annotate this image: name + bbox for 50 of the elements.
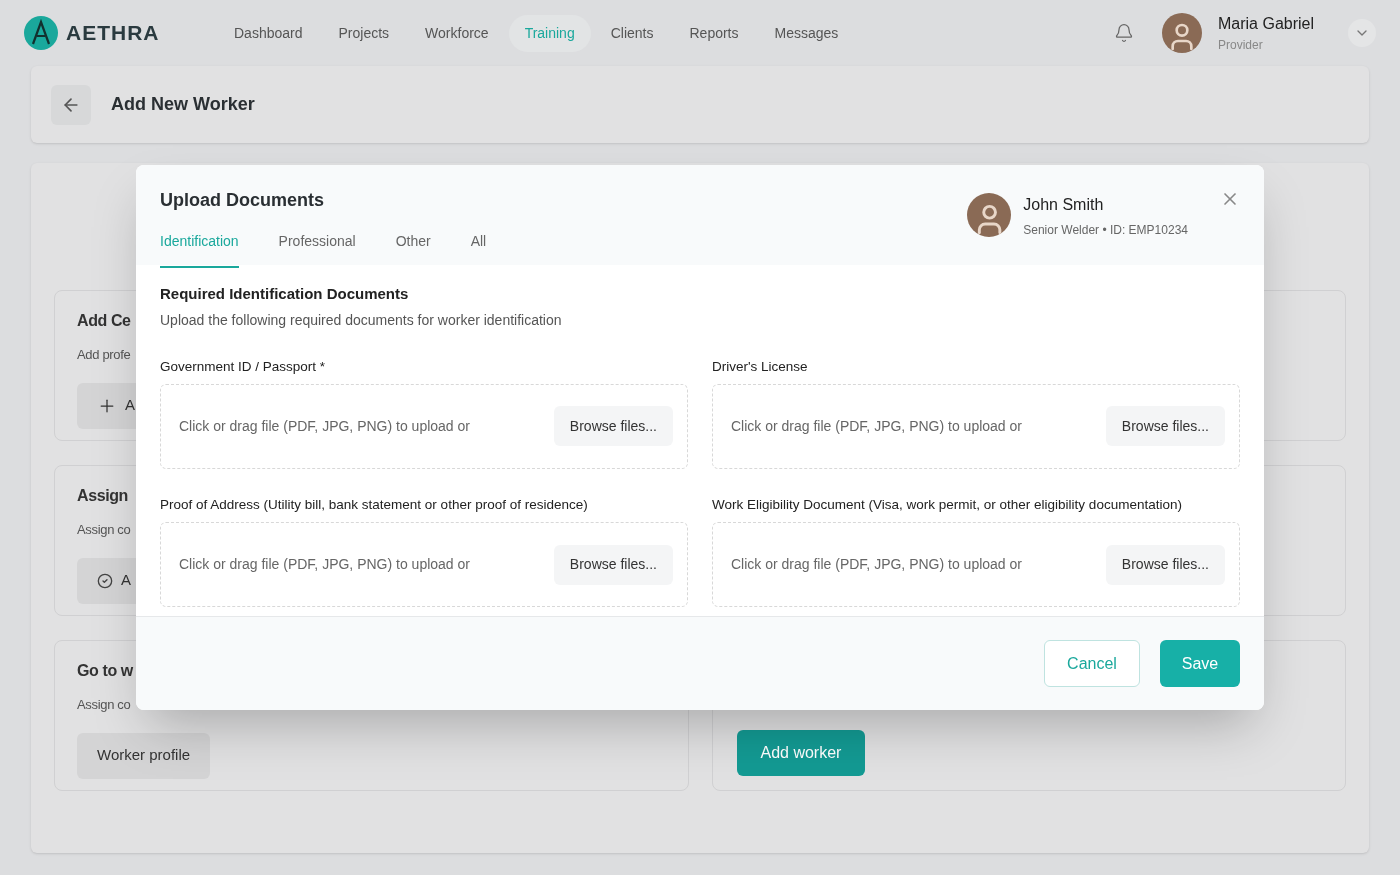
card-description: Assign co (77, 696, 131, 714)
card-button[interactable]: Worker profile (77, 732, 211, 779)
browse-files-button[interactable]: Browse files... (553, 544, 673, 585)
tab[interactable]: All (470, 231, 487, 268)
browse-files-button[interactable]: Browse files... (1105, 406, 1225, 447)
logo-icon (24, 16, 58, 50)
nav-link[interactable]: Workforce (409, 14, 505, 52)
browse-files-button[interactable]: Browse files... (553, 406, 673, 447)
upload-hint: Click or drag file (PDF, JPG, PNG) to upload or (179, 555, 470, 574)
card-title: Assign (77, 486, 128, 506)
section-title: Required Identification Documents (160, 284, 410, 304)
user-role: Provider (1218, 37, 1264, 54)
upload-dropzone[interactable]: Click or drag file (PDF, JPG, PNG) to upload or Browse files... (712, 522, 1240, 607)
logo-text: AETHRA (66, 20, 160, 47)
user-avatar (1162, 13, 1202, 53)
card-title: Add Ce (77, 311, 131, 331)
tab[interactable]: Professional (278, 231, 356, 268)
cancel-button[interactable]: Cancel (1044, 640, 1140, 687)
field-label: Government ID / Passport * (160, 357, 327, 376)
browse-files-button[interactable]: Browse files... (1105, 544, 1225, 585)
card-title: Go to w (77, 661, 133, 681)
upload-hint: Click or drag file (PDF, JPG, PNG) to upload or (731, 555, 1022, 574)
nav-link[interactable]: Projects (322, 14, 406, 52)
upload-dropzone[interactable]: Click or drag file (PDF, JPG, PNG) to upload or Browse files... (160, 383, 688, 469)
dialog-title: Upload Documents (160, 189, 325, 212)
card-description: Add profe (77, 346, 131, 364)
card-description: Assign co (77, 521, 131, 539)
page-title: Add New Worker (111, 93, 255, 116)
field-label: Work Eligibility Document (Visa, work permit, or other eligibility documentation) (712, 495, 1183, 514)
worker-detail: Senior Welder • ID: EMP10234 (1023, 222, 1188, 239)
check-circle-icon (97, 572, 113, 589)
nav-link[interactable]: Clients (594, 14, 670, 52)
field-label: Proof of Address (Utility bill, bank statement or other proof of residence) (160, 495, 589, 514)
upload-hint: Click or drag file (PDF, JPG, PNG) to upload or (179, 416, 470, 436)
upload-hint: Click or drag file (PDF, JPG, PNG) to upload or (731, 416, 1022, 436)
tab[interactable]: Identification (160, 231, 239, 268)
upload-dropzone[interactable]: Click or drag file (PDF, JPG, PNG) to upload or Browse files... (160, 522, 688, 607)
nav-link[interactable]: Reports (673, 14, 755, 52)
nav-link[interactable]: Dashboard (218, 14, 319, 52)
add-worker-button[interactable]: Add worker (736, 730, 866, 776)
field-label: Driver's License (712, 357, 809, 376)
section-subtitle: Upload the following required documents for worker identification (160, 310, 563, 330)
worker-avatar (967, 193, 1012, 237)
bell-icon[interactable] (1114, 23, 1134, 43)
upload-dropzone[interactable]: Click or drag file (PDF, JPG, PNG) to upload or Browse files... (712, 383, 1240, 469)
tab[interactable]: Other (395, 231, 431, 268)
worker-name: John Smith (1023, 195, 1105, 215)
nav-link[interactable]: Messages (758, 14, 855, 52)
back-button[interactable] (51, 84, 91, 125)
user-name: Maria Gabriel (1218, 14, 1316, 34)
